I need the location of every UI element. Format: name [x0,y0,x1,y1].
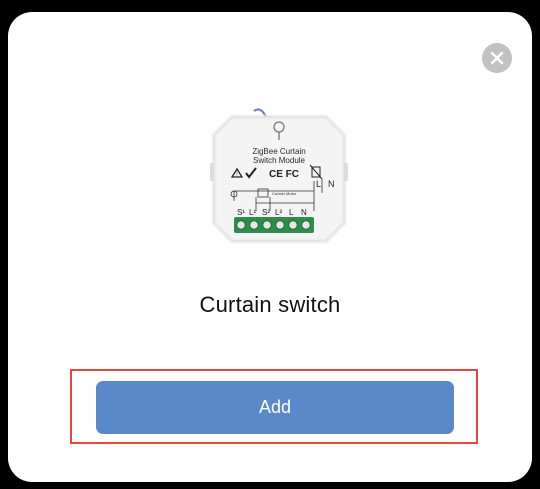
wiring-label: Curtain Motor [272,191,297,196]
screen: ! CE FC Curtain Motor L N S¹ L¹ S² L² L … [0,0,540,489]
terminal-label-4: L² [275,208,282,217]
terminal-label-1: S¹ [237,208,245,217]
terminal-label-3: S² [262,208,270,217]
terminal-label-top-n: N [328,179,335,189]
close-button[interactable] [482,43,512,73]
cert-marks-text: CE FC [269,169,299,180]
close-icon [490,51,504,65]
terminal-label-5: L [289,208,294,217]
add-device-dialog: ! CE FC Curtain Motor L N S¹ L¹ S² L² L … [8,12,532,482]
terminal-label-2: L¹ [249,208,256,217]
device-image: ! CE FC Curtain Motor L N S¹ L¹ S² L² L … [204,103,354,253]
switch-module-illustration: ! CE FC Curtain Motor L N S¹ L¹ S² L² L … [210,108,348,244]
terminal-label-6: N [301,208,307,217]
terminal-label-top-l: L [316,179,321,189]
svg-text:!: ! [236,172,237,178]
device-name: Curtain switch [199,292,341,317]
device-image-title-line1: ZigBee Curtain [252,147,306,156]
device-image-title-line2: Switch Module [252,156,306,165]
add-button[interactable]: Add [96,381,454,434]
